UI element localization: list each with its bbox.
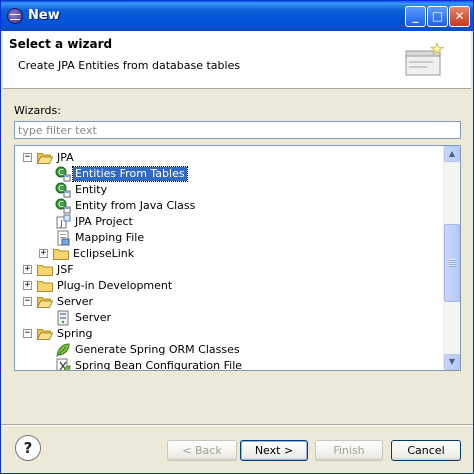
cancel-button[interactable]: Cancel: [391, 440, 461, 461]
maximize-button[interactable]: □: [427, 6, 448, 27]
wizard-header: Select a wizard Create JPA Entities from…: [3, 31, 471, 89]
expand-icon[interactable]: +: [23, 265, 32, 274]
window-title: New: [28, 8, 60, 23]
tree-item[interactable]: + Plug-in Development: [15, 278, 443, 294]
expand-icon[interactable]: +: [23, 281, 32, 290]
finish-button[interactable]: Finish: [315, 440, 383, 461]
scroll-up-button[interactable]: ▲: [444, 146, 460, 162]
close-button[interactable]: ✕: [449, 6, 470, 27]
tree-item[interactable]: C Entity: [15, 182, 443, 198]
new-wizard-window: New _ □ ✕ Select a wizard Create JPA Ent…: [0, 0, 474, 474]
tree-item[interactable]: + EclipseLink: [15, 246, 443, 262]
minimize-button[interactable]: _: [405, 6, 426, 27]
help-button[interactable]: ?: [15, 435, 41, 461]
tree-item-label: Entities From Tables: [72, 166, 188, 182]
tree-item-label: Spring Bean Configuration File: [75, 359, 243, 371]
tree-item[interactable]: − Server: [15, 294, 443, 310]
tree-item-label: EclipseLink: [73, 247, 135, 260]
title-bar[interactable]: New _ □ ✕: [1, 1, 473, 31]
button-bar-separator: [1, 424, 473, 426]
tree-item-label: JPA: [57, 151, 74, 164]
expand-icon[interactable]: +: [39, 249, 48, 258]
collapse-icon[interactable]: −: [23, 297, 32, 306]
tree-item[interactable]: C Entities From Tables: [15, 166, 443, 182]
scroll-thumb[interactable]: [444, 224, 460, 302]
spring-leaf-icon: [55, 342, 71, 358]
page-description: Create JPA Entities from database tables: [18, 59, 241, 72]
back-button[interactable]: < Back: [167, 440, 237, 461]
spring-bean-file-icon: [55, 358, 71, 370]
wizard-tree[interactable]: Spring Bean Configuration File Generate S…: [14, 145, 461, 371]
scroll-grip: [449, 259, 456, 267]
jpa-entity-icon: C: [55, 198, 71, 214]
svg-text:C: C: [58, 200, 64, 209]
tree-item[interactable]: Generate Spring ORM Classes: [15, 342, 443, 358]
tree-item-label: Entity: [75, 183, 108, 196]
tree-item[interactable]: − Spring: [15, 326, 443, 342]
tree-item-label: JSF: [57, 263, 74, 276]
collapse-icon[interactable]: −: [23, 153, 32, 162]
tree-item[interactable]: + JSF: [15, 262, 443, 278]
tree-item[interactable]: C Entity from Java Class: [15, 198, 443, 214]
folder-open-icon: [36, 328, 54, 340]
tree-item-label: Entity from Java Class: [75, 199, 196, 212]
folder-open-icon: [36, 296, 54, 308]
svg-text:C: C: [58, 184, 64, 193]
tree-item-label: Server: [75, 311, 112, 324]
jpa-entity-icon: C: [55, 166, 71, 182]
folder-icon: [37, 280, 53, 292]
page-title: Select a wizard: [9, 37, 113, 51]
tree-item-label: Mapping File: [75, 231, 145, 244]
wizards-label: Wizards:: [14, 104, 61, 117]
tree-item-label: Spring: [57, 327, 93, 340]
tree-item-label: Generate Spring ORM Classes: [75, 343, 240, 356]
tree-item[interactable]: Spring Bean Configuration File: [15, 358, 443, 371]
folder-open-icon: [36, 152, 54, 164]
next-button[interactable]: Next >: [240, 440, 308, 461]
scroll-down-button[interactable]: ▼: [444, 354, 460, 370]
tree-scrollbar[interactable]: ▲ ▼: [443, 146, 460, 370]
tree-item-label: Plug-in Development: [57, 279, 173, 292]
new-wizard-banner-icon: [405, 41, 445, 76]
eclipse-icon: [7, 8, 23, 24]
filter-input[interactable]: [14, 121, 461, 139]
server-icon: [55, 310, 71, 326]
tree-item-label: Server: [57, 295, 94, 308]
jpa-entity-icon: C: [55, 182, 71, 198]
mapping-file-icon: [55, 230, 71, 246]
svg-text:J: J: [59, 219, 62, 228]
collapse-icon[interactable]: −: [23, 329, 32, 338]
tree-item-label: JPA Project: [75, 215, 133, 228]
tree-item[interactable]: Server: [15, 310, 443, 326]
folder-icon: [37, 264, 53, 276]
svg-text:C: C: [58, 168, 64, 177]
tree-item[interactable]: − JPA: [15, 150, 443, 166]
tree-item[interactable]: Mapping File: [15, 230, 443, 246]
jpa-project-icon: J: [55, 214, 71, 230]
folder-icon: [53, 248, 69, 260]
tree-item[interactable]: J JPA Project: [15, 214, 443, 230]
